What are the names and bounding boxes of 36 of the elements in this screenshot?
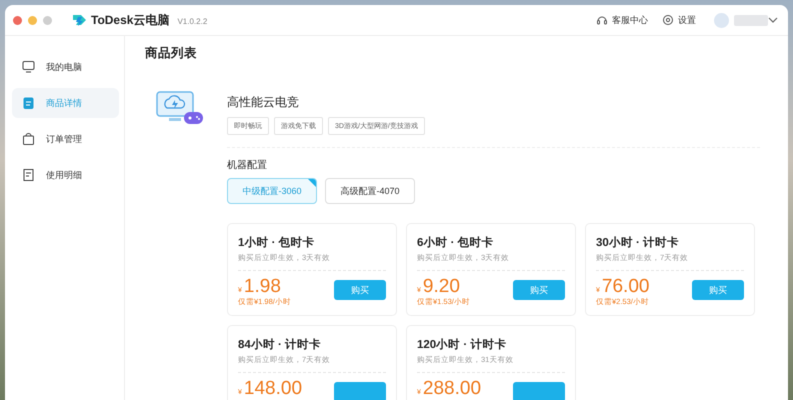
price: 76.00 (602, 277, 650, 296)
monitor-icon (22, 60, 35, 74)
customer-service-link[interactable]: 客服中心 (596, 14, 648, 26)
clipboard-icon (22, 96, 35, 110)
product-name: 高性能云电竞 (227, 94, 300, 111)
app-name: ToDesk云电脑 (91, 12, 170, 28)
page-title: 商品列表 (145, 45, 198, 62)
settings-icon (662, 14, 674, 26)
price: 148.00 (244, 379, 302, 398)
sidebar-item[interactable]: 订单管理 (12, 124, 119, 154)
blurred-username (734, 14, 768, 26)
close-window-button[interactable] (13, 16, 22, 24)
sidebar-item[interactable]: 我的电脑 (12, 52, 119, 82)
card-title: 84小时 · 计时卡 (238, 337, 322, 352)
chevron-down-icon (768, 17, 778, 23)
price: 9.20 (422, 277, 460, 296)
avatar[interactable] (714, 12, 729, 28)
card-title: 1小时 · 包时卡 (238, 235, 316, 250)
config-option[interactable]: 高级配置-4070 (325, 178, 415, 204)
headset-icon (596, 14, 608, 26)
shopping-bag-icon (22, 132, 35, 146)
zoom-window-button[interactable] (43, 16, 52, 24)
price: 1.98 (244, 277, 281, 296)
section-label: 机器配置 (227, 158, 268, 172)
receipt-icon (22, 168, 35, 182)
app-version: V1.0.2.2 (177, 17, 208, 26)
sidebar-item[interactable]: 使用明细 (12, 160, 119, 190)
card-title: 30小时 · 计时卡 (596, 235, 680, 250)
buy-button[interactable] (334, 382, 386, 400)
app-logo-icon (72, 13, 87, 27)
buy-button[interactable] (513, 382, 565, 400)
settings-link[interactable]: 设置 (662, 14, 696, 26)
price: 288.00 (422, 379, 482, 398)
card-title: 6小时 · 包时卡 (417, 235, 495, 250)
minimize-window-button[interactable] (28, 16, 37, 24)
card-title: 120小时 · 计时卡 (417, 337, 508, 352)
